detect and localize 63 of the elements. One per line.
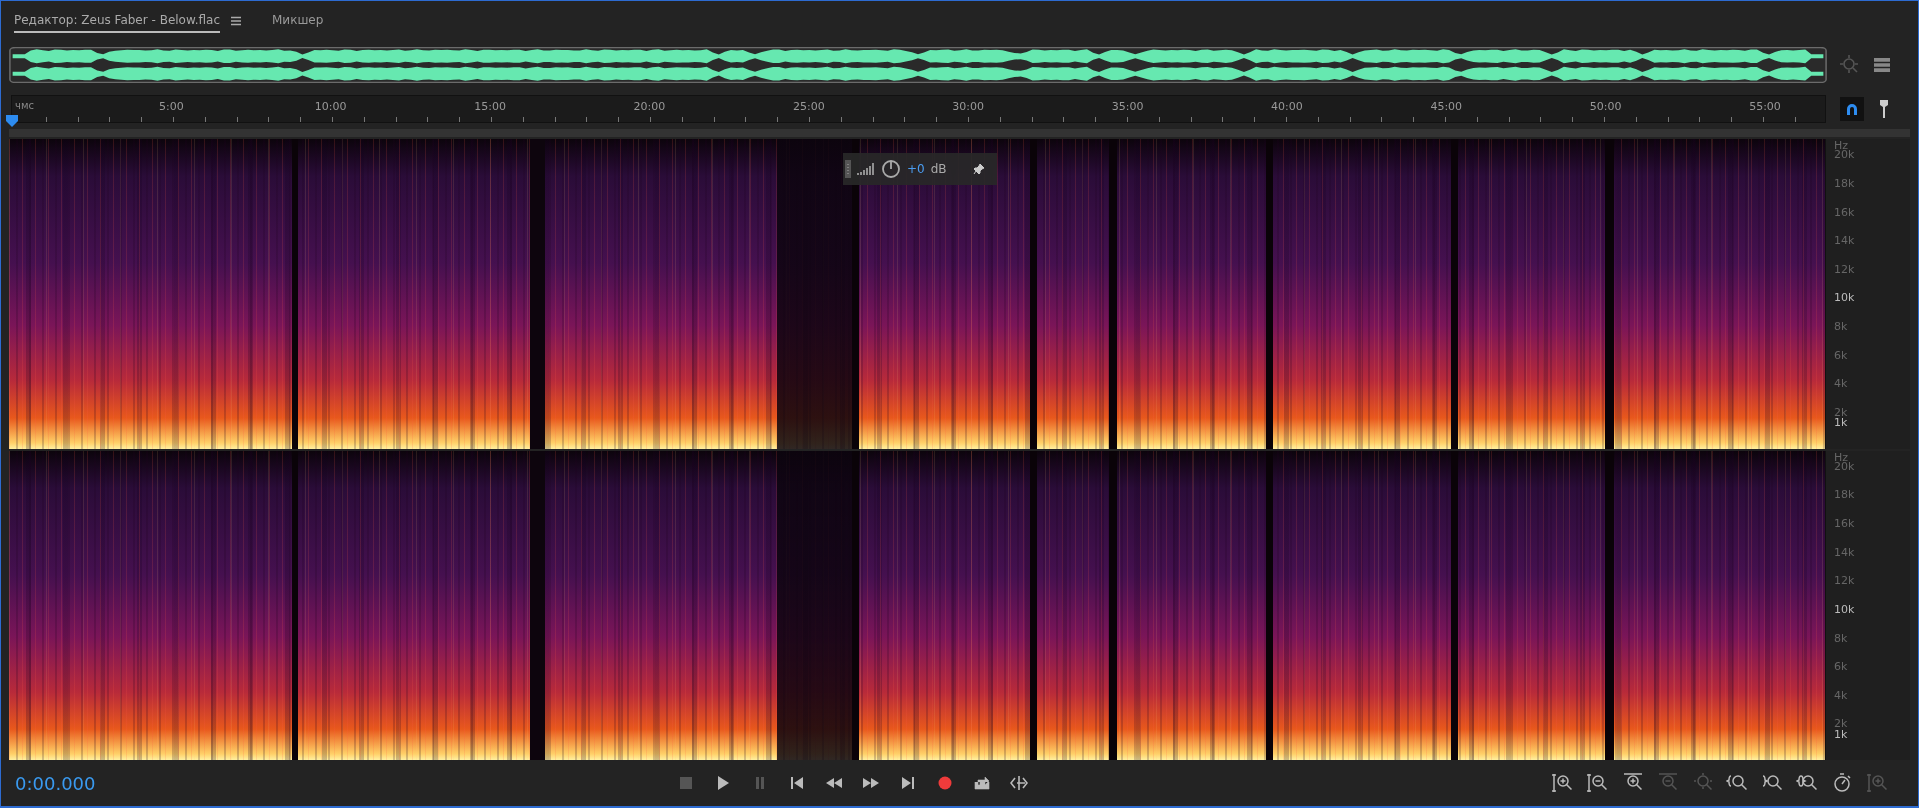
ruler-label: 50:00	[1589, 100, 1622, 113]
playhead-icon[interactable]	[5, 114, 19, 128]
frequency-label: 4k	[1834, 688, 1848, 702]
frequency-label: 20k	[1834, 148, 1855, 162]
frequency-label: 10k	[1834, 291, 1855, 305]
ruler-label: 55:00	[1749, 100, 1781, 113]
editor-tab[interactable]: Редактор: Zeus Faber - Below.flac	[14, 9, 220, 33]
pin-icon[interactable]	[972, 163, 985, 175]
rows-icon[interactable]	[1873, 57, 1891, 73]
frequency-label: 12k	[1834, 262, 1855, 276]
ruler-label: 25:00	[792, 100, 825, 113]
zoom-icon	[1551, 772, 1573, 794]
frequency-label: 4k	[1834, 377, 1848, 391]
ruler-label: 35:00	[1111, 100, 1144, 113]
frequency-label: 18k	[1834, 488, 1855, 502]
snap-toggle[interactable]	[1840, 97, 1864, 121]
signal-bars-icon	[857, 162, 875, 176]
double-arrow-icon	[862, 775, 880, 791]
double-arrow-icon	[825, 775, 843, 791]
magnet-icon	[1845, 102, 1859, 116]
square-icon	[677, 775, 695, 791]
ruler-label: 5:00	[159, 100, 184, 113]
frequency-label: 1k	[1834, 416, 1848, 429]
volume-knob[interactable]	[881, 159, 901, 179]
volume-value[interactable]: +0	[907, 162, 925, 176]
zoom-icon	[1586, 772, 1608, 794]
spectrogram-drawing[interactable]	[9, 450, 1825, 760]
waveform-overview[interactable]	[9, 47, 1827, 83]
ruler-label: 20:00	[633, 100, 666, 113]
frequency-label: 6k	[1834, 348, 1848, 362]
ruler-label: 45:00	[1430, 100, 1463, 113]
frequency-label: 12k	[1834, 574, 1855, 588]
frequency-label: 14k	[1834, 234, 1855, 248]
frequency-label: 18k	[1834, 176, 1855, 190]
current-time: 0:00.000	[15, 772, 97, 794]
frequency-label: 6k	[1834, 660, 1848, 674]
marker-pin-icon[interactable]	[1878, 99, 1890, 119]
menu-icon[interactable]	[230, 16, 242, 26]
frequency-label: 8k	[1834, 631, 1848, 645]
skip-icon	[788, 775, 806, 791]
ruler-label: 40:00	[1271, 100, 1303, 113]
spectrogram-drawing[interactable]	[9, 139, 1825, 449]
ruler-label: 15:00	[474, 100, 506, 113]
ruler-unit-label: чмс	[15, 100, 34, 111]
frequency-label: 8k	[1834, 320, 1848, 334]
editor-tab[interactable]: Микшер	[272, 9, 324, 33]
volume-unit: dB	[930, 162, 947, 176]
zoom-icon	[1866, 772, 1888, 794]
frequency-label: 2k	[1834, 405, 1848, 419]
frequency-label: 14k	[1834, 545, 1855, 559]
tray-arrow-icon	[973, 775, 991, 791]
bracket-arrows-icon	[1010, 775, 1028, 791]
circle-icon	[936, 775, 954, 791]
stopwatch-icon	[1831, 772, 1853, 794]
grip-icon[interactable]	[845, 160, 851, 178]
ruler-label: 30:00	[952, 100, 984, 113]
frequency-label: 16k	[1834, 205, 1855, 219]
ruler-label: 10:00	[314, 100, 347, 113]
skip-icon	[899, 775, 917, 791]
frequency-label: 16k	[1834, 517, 1855, 531]
frequency-label: 10k	[1834, 602, 1855, 616]
frequency-label: 20k	[1834, 459, 1855, 473]
skip-selection-button[interactable]	[1008, 773, 1030, 793]
